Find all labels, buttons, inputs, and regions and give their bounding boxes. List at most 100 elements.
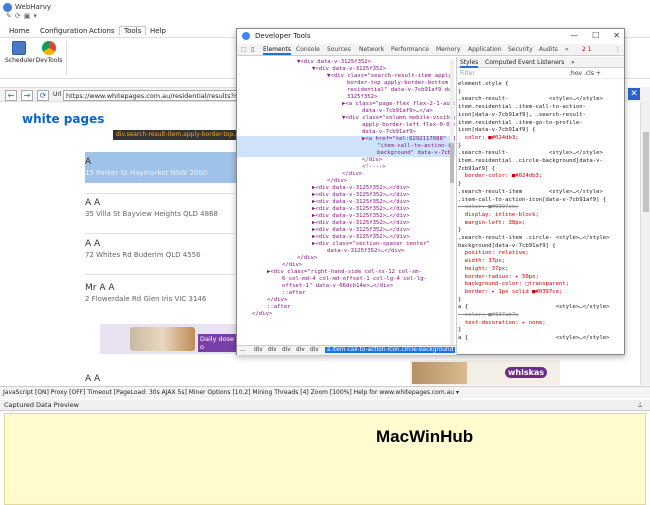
dom-node-line[interactable]: ▶<div class="right-hand-side col-xs-12 c… [237, 269, 455, 276]
tab-console[interactable]: Console [296, 46, 320, 53]
result-item[interactable]: A A 72 Whites Rd Buderim QLD 4556 [85, 239, 235, 259]
result-name[interactable]: A A [85, 198, 235, 208]
more-options-icon[interactable]: ⋮ [615, 46, 621, 53]
menu-configuration[interactable]: Configuration [40, 27, 87, 35]
crumb[interactable]: div [282, 347, 291, 353]
tab-security[interactable]: Security [508, 46, 533, 53]
tab-computed[interactable]: Computed [485, 59, 516, 66]
dom-node-line[interactable]: <!----> [237, 164, 455, 171]
dom-node-line[interactable]: 3125f352> [237, 94, 455, 101]
dom-node-line[interactable]: ▼<div data-v-3125f352> [237, 59, 455, 66]
dom-node-line[interactable]: ▶<div data-v-3125f352>…</div> [237, 192, 455, 199]
dom-node-line[interactable]: ▶<div data-v-3125f352>…</div> [237, 185, 455, 192]
styles-filter[interactable]: Filter :hov .cls + [457, 69, 624, 79]
maximize-icon[interactable]: ☐ [592, 31, 599, 40]
forward-button[interactable]: → [21, 90, 33, 101]
dom-node-line[interactable]: ▶<div data-v-3125f352>…</div> [237, 199, 455, 206]
captured-data-area[interactable] [4, 413, 646, 505]
style-rule-line[interactable]: border: ▸ 1px solid ■#0397ce; [458, 289, 618, 296]
elements-scrollbar[interactable] [450, 59, 454, 345]
menu-actions[interactable]: Actions [89, 27, 115, 35]
elements-scroll-thumb[interactable] [450, 143, 454, 183]
close-icon[interactable]: ✕ [613, 31, 620, 40]
style-rule-line[interactable]: height: 37px; [458, 266, 618, 273]
result-name[interactable]: A A [85, 239, 235, 249]
style-rule-line[interactable]: color: ■#0397ce; [458, 204, 618, 211]
dom-node-line[interactable]: ▶<div data-v-3125f352>…</div> [237, 220, 455, 227]
refresh-icon[interactable]: ⟳ [15, 12, 21, 21]
dom-node-line[interactable]: ▶<div data-v-3125f352>…</div> [237, 213, 455, 220]
device-icon[interactable]: ▯ [251, 46, 254, 53]
crumb[interactable]: div [268, 347, 277, 353]
whitepages-logo[interactable]: white pages [22, 112, 104, 126]
dom-node-line[interactable]: apply-border-left flex-0-0-auto" [237, 122, 455, 129]
dom-node-line[interactable]: ▶<div class="section-spacer center" [237, 241, 455, 248]
dom-node-line[interactable]: ▼<div class="column mobile-visible [237, 115, 455, 122]
style-rule-line[interactable]: color: ■#337ab7; [458, 312, 618, 319]
back-button[interactable]: ← [5, 90, 17, 101]
result-name[interactable]: Mr A A [85, 283, 235, 293]
dom-node-line[interactable]: </div> [237, 157, 455, 164]
dom-node-line[interactable]: background" data-v-7cb91af9>…</a> == $0 [237, 150, 455, 157]
style-rule-line[interactable]: position: relative; [458, 250, 618, 257]
style-rule-line[interactable]: width: 37px; [458, 258, 618, 265]
tab-elements[interactable]: Elements [263, 46, 291, 55]
crumb[interactable]: div [254, 347, 263, 353]
style-rule-line[interactable]: border-color: ■#024db3; [458, 173, 618, 180]
dom-node-line[interactable]: ▶<a href="tel:0292117088" class= [237, 136, 455, 143]
dom-node-line[interactable]: residential" data-v-7cb91af9 data-v- [237, 87, 455, 94]
tab-more[interactable]: » [565, 46, 569, 53]
style-rule-line[interactable]: margin-left: 38px; [458, 220, 618, 227]
dom-node-line[interactable]: data-v-7cb91af9>…</a> [237, 108, 455, 115]
result-name[interactable]: A [85, 157, 235, 167]
tab-event-listeners[interactable]: Event Listeners [518, 59, 564, 66]
dom-node-line[interactable]: </div> [237, 311, 455, 318]
dom-node-line[interactable]: ▶<div data-v-3125f352>…</div> [237, 234, 455, 241]
dom-node-line[interactable]: ▼<div class="search-result-item apply- [237, 73, 455, 80]
dom-node-line[interactable]: </div> [237, 178, 455, 185]
tab-audits[interactable]: Audits [539, 46, 558, 53]
style-rule-line[interactable]: display: inline-block; [458, 212, 618, 219]
lock-icon[interactable]: ▣ [24, 12, 31, 21]
dom-node-line[interactable]: ▼<div data-v-3125f352> [237, 66, 455, 73]
menu-help[interactable]: Help [150, 27, 166, 35]
crumb[interactable]: div [296, 347, 305, 353]
dom-node-line[interactable]: "item-call-to-action-icon circle- [237, 143, 455, 150]
result-item[interactable]: A 15 Parker St Haymarket NSW 2000 [85, 157, 235, 177]
dom-node-line[interactable]: ::after [237, 304, 455, 311]
menu-home[interactable]: Home [9, 27, 30, 35]
dom-node-line[interactable]: 6 col-md-4 col-md-offset-1 col-lg-4 col-… [237, 276, 455, 283]
advertisement-banner[interactable]: Daily dose o [100, 324, 237, 354]
crumb[interactable]: div [310, 347, 319, 353]
reload-button[interactable]: ⟳ [37, 90, 49, 101]
scrollbar-thumb[interactable] [643, 132, 649, 212]
scheduler-button[interactable]: Scheduler [5, 41, 35, 64]
settings-icon[interactable]: ✎ [6, 12, 12, 21]
dom-node-line[interactable]: data-v-3125f352>…</div> [237, 248, 455, 255]
filter-tools[interactable]: :hov .cls + [569, 70, 601, 77]
dropdown-icon[interactable]: ▾ [33, 12, 37, 21]
url-input[interactable]: https://www.whitepages.com.au/residentia… [63, 90, 243, 101]
dom-node-line[interactable]: </div> [237, 262, 455, 269]
dom-node-line[interactable]: </div> [237, 171, 455, 178]
tab-memory[interactable]: Memory [436, 46, 460, 53]
dom-node-line[interactable]: ▶<div data-v-3125f352>…</div> [237, 206, 455, 213]
style-rule-line[interactable]: background-color: □transparent; [458, 281, 618, 288]
dom-node-line[interactable]: </div> [237, 297, 455, 304]
crumb[interactable]: ... [240, 347, 246, 353]
dom-node-line[interactable]: offset-1" data-v-06dcb14e>…</div> [237, 283, 455, 290]
error-warning-badges[interactable]: 2 1 [582, 46, 592, 53]
minimize-icon[interactable]: — [570, 31, 578, 40]
result-item[interactable]: Mr A A 2 Flowerdale Rd Glen Iris VIC 314… [85, 283, 235, 303]
close-browser-button[interactable]: ✕ [628, 88, 640, 100]
result-item[interactable]: A A [85, 374, 235, 384]
tab-network[interactable]: Network [359, 46, 384, 53]
result-item[interactable]: A A 35 Villa St Bayview Heights QLD 4868 [85, 198, 235, 218]
style-rule-line[interactable]: color: ■#024db3; [458, 135, 618, 142]
dom-node-line[interactable]: ::after [237, 290, 455, 297]
tab-performance[interactable]: Performance [391, 46, 429, 53]
result-name[interactable]: A A [85, 374, 235, 384]
tab-styles[interactable]: Styles [460, 59, 479, 68]
devtools-button[interactable]: DevTools [35, 41, 63, 64]
inspect-icon[interactable]: ⬚ [241, 46, 247, 53]
